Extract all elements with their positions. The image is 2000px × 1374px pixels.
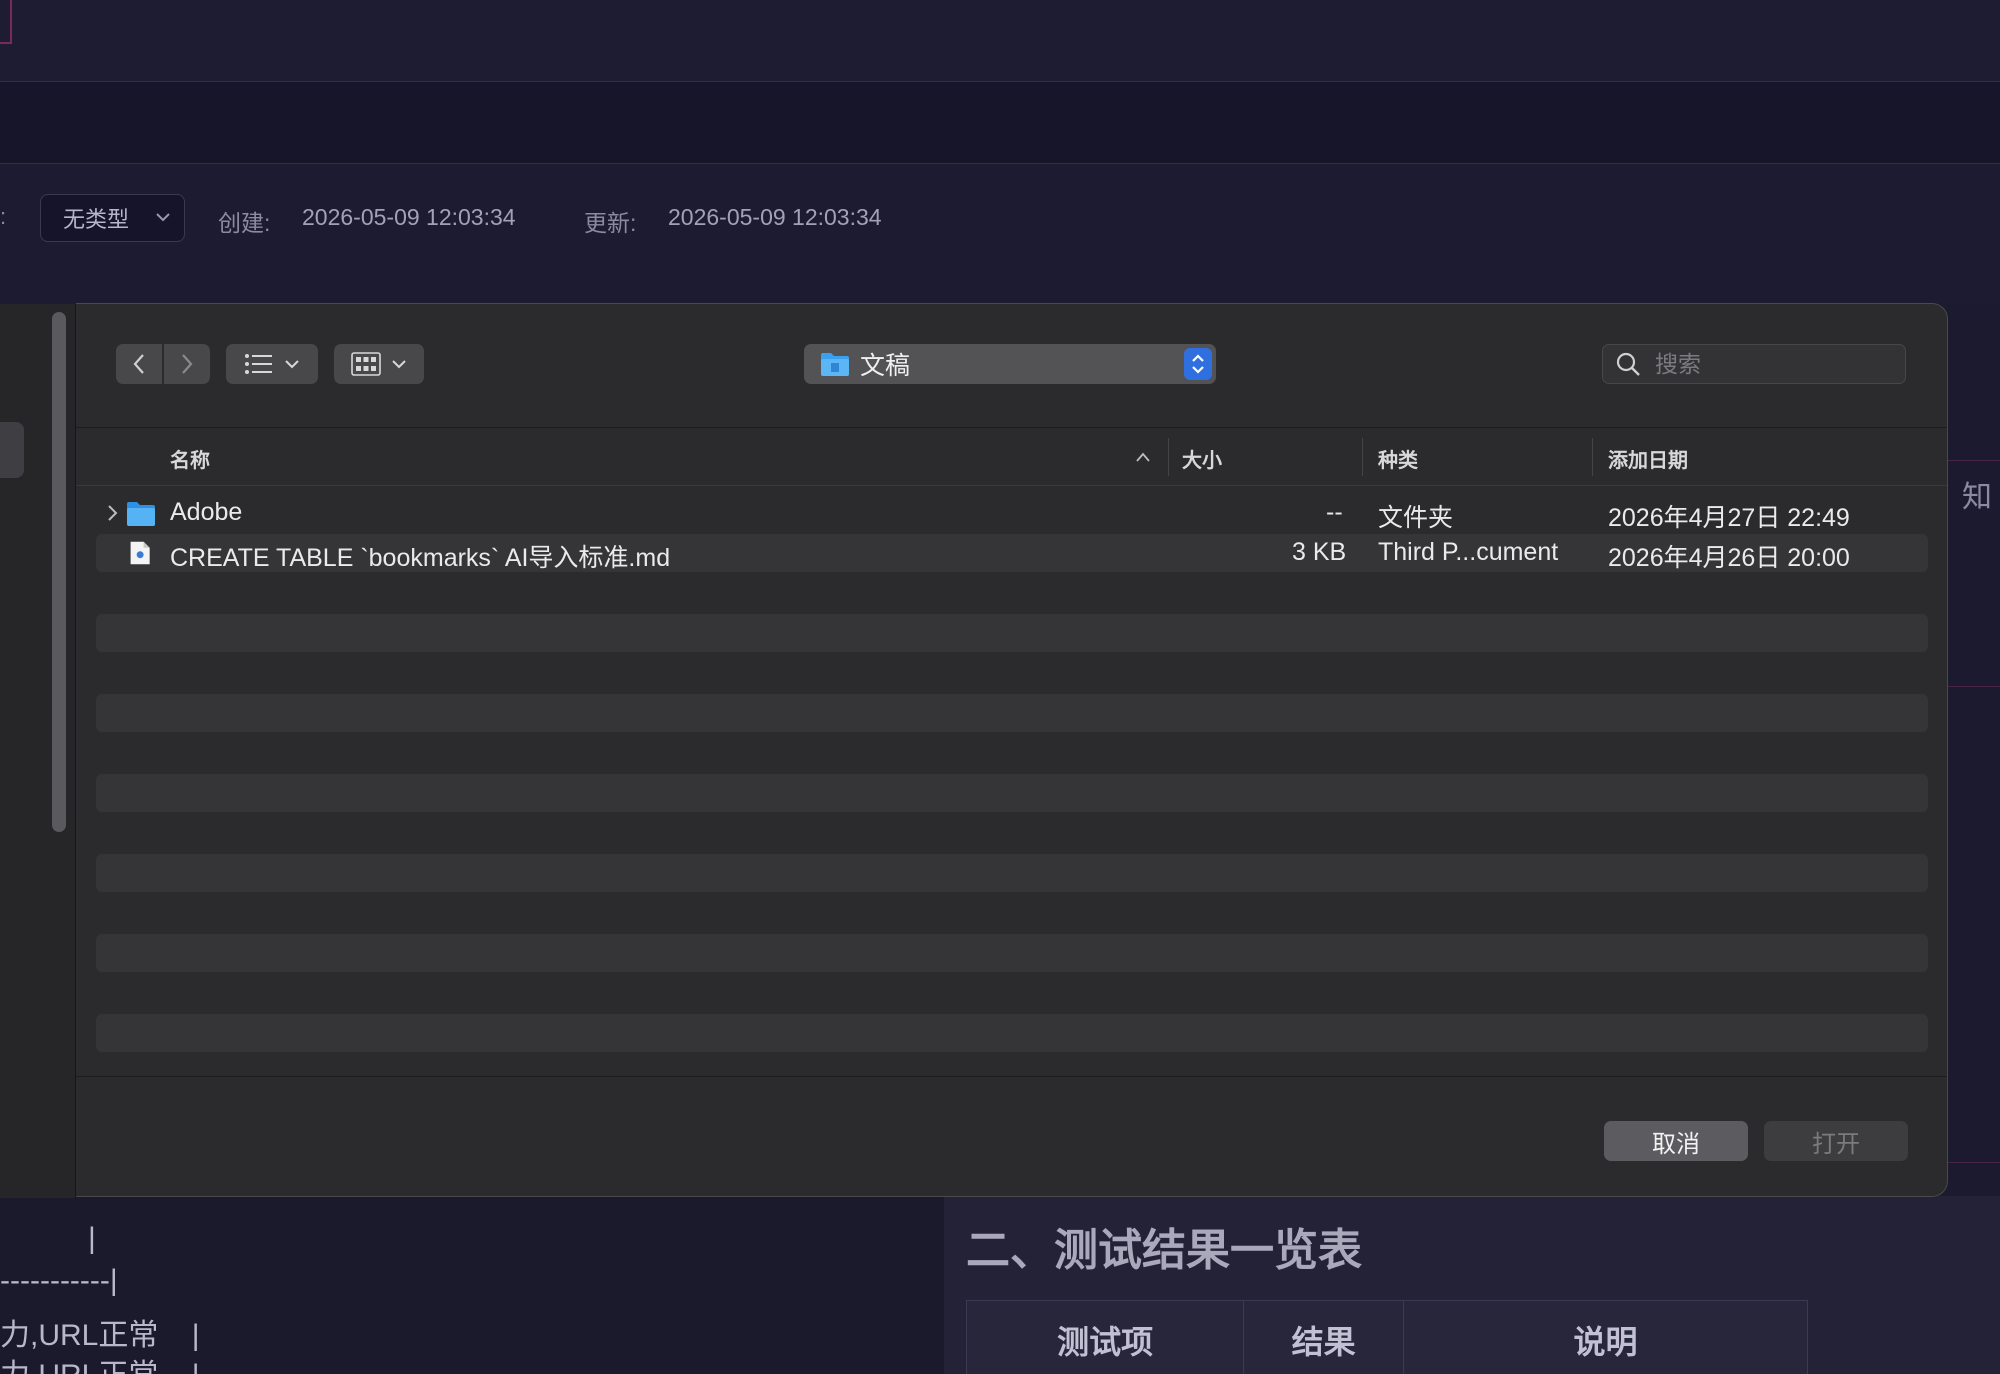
app-top-accent (0, 0, 12, 44)
note-type-select[interactable]: 无类型 (40, 194, 185, 242)
empty-row (96, 774, 1928, 812)
disclosure-chevron-icon[interactable] (104, 502, 120, 524)
forward-button[interactable] (164, 344, 210, 384)
grid-view-icon (351, 352, 381, 376)
sort-ascending-icon[interactable] (1134, 450, 1152, 464)
grid-view-button[interactable] (334, 344, 424, 384)
back-button[interactable] (116, 344, 162, 384)
updated-value: 2026-05-09 12:03:34 (668, 204, 882, 230)
column-header-kind[interactable]: 种类 (1378, 444, 1418, 473)
file-list-header: 名称 大小 种类 添加日期 (76, 428, 1947, 486)
list-view-button[interactable] (226, 344, 318, 384)
file-open-dialog: 文稿 名称 大小 种类 添加日期 (76, 303, 1948, 1197)
sidebar-selected-item[interactable] (0, 422, 24, 478)
result-table-header: 测试项 结果 说明 (966, 1300, 1808, 1374)
file-date-added: 2026年4月27日 22:49 (1608, 504, 1850, 532)
up-down-arrows-icon (1192, 354, 1204, 374)
table-header-cell: 结果 (1244, 1301, 1404, 1374)
column-header-name[interactable]: 名称 (170, 444, 210, 473)
empty-row (96, 1014, 1928, 1052)
dialog-footer: 取消 打开 (76, 1076, 1947, 1196)
search-field[interactable] (1602, 344, 1906, 384)
code-line: | (88, 1222, 96, 1255)
app-toolbar-band (0, 82, 2000, 164)
right-edge-divider (1946, 686, 2000, 687)
created-label: 创建: (218, 210, 271, 236)
code-line: 力,URL正常 | (0, 1319, 200, 1352)
location-popup[interactable]: 文稿 (804, 344, 1216, 384)
code-line: -----------| (0, 1264, 118, 1297)
search-input[interactable] (1655, 350, 1895, 378)
meta-colon: : (0, 204, 7, 229)
file-row[interactable]: Adobe -- 文件夹 2026年4月27日 22:49 (96, 494, 1928, 532)
empty-row (96, 854, 1928, 892)
nav-button-group (116, 344, 210, 384)
column-separator[interactable] (1592, 438, 1593, 476)
right-edge-text: 知 (1962, 481, 1992, 514)
updated-label: 更新: (584, 210, 637, 236)
cancel-button[interactable]: 取消 (1604, 1121, 1748, 1161)
sidebar-scrollbar[interactable] (52, 312, 66, 832)
created-value: 2026-05-09 12:03:34 (302, 204, 516, 230)
column-header-date-added[interactable]: 添加日期 (1608, 444, 1688, 473)
location-title: 文稿 (860, 352, 911, 380)
file-size: 3 KB (1292, 538, 1347, 566)
column-separator[interactable] (1168, 438, 1169, 476)
location-stepper (1184, 348, 1212, 380)
open-button[interactable]: 打开 (1764, 1121, 1908, 1161)
dialog-toolbar: 文稿 (76, 304, 1947, 428)
app-top-bar (0, 0, 2000, 82)
file-name: Adobe (170, 498, 243, 526)
search-icon (1616, 352, 1640, 376)
document-icon (130, 541, 150, 565)
dialog-sidebar (0, 304, 76, 1198)
chevron-down-icon (392, 360, 406, 369)
folder-icon (127, 502, 155, 526)
chevron-right-icon (182, 354, 193, 374)
list-view-icon (245, 354, 272, 374)
empty-row (96, 694, 1928, 732)
empty-row (96, 934, 1928, 972)
preview-section-title: 二、测试结果一览表 (966, 1226, 1362, 1275)
note-type-value: 无类型 (63, 207, 130, 232)
right-edge-divider (1946, 1162, 2000, 1163)
file-kind: 文件夹 (1378, 504, 1454, 532)
chevron-left-icon (133, 354, 144, 374)
chevron-down-icon (156, 213, 170, 222)
file-size: -- (1326, 498, 1343, 526)
folder-icon (821, 353, 849, 376)
file-row[interactable]: CREATE TABLE `bookmarks` AI导入标准.md 3 KB … (96, 534, 1928, 572)
column-header-size[interactable]: 大小 (1182, 444, 1222, 473)
note-meta-bar (0, 165, 2000, 305)
right-edge-divider (1946, 460, 2000, 461)
table-header-cell: 测试项 (967, 1301, 1245, 1374)
table-header-cell: 说明 (1573, 1324, 1638, 1360)
file-kind: Third P...cument (1378, 538, 1559, 566)
file-date-added: 2026年4月26日 20:00 (1608, 544, 1850, 572)
empty-row (96, 614, 1928, 652)
code-line: 力,URL正常 | (0, 1350, 199, 1374)
file-name: CREATE TABLE `bookmarks` AI导入标准.md (170, 544, 671, 572)
column-separator[interactable] (1362, 438, 1363, 476)
chevron-down-icon (285, 360, 299, 369)
